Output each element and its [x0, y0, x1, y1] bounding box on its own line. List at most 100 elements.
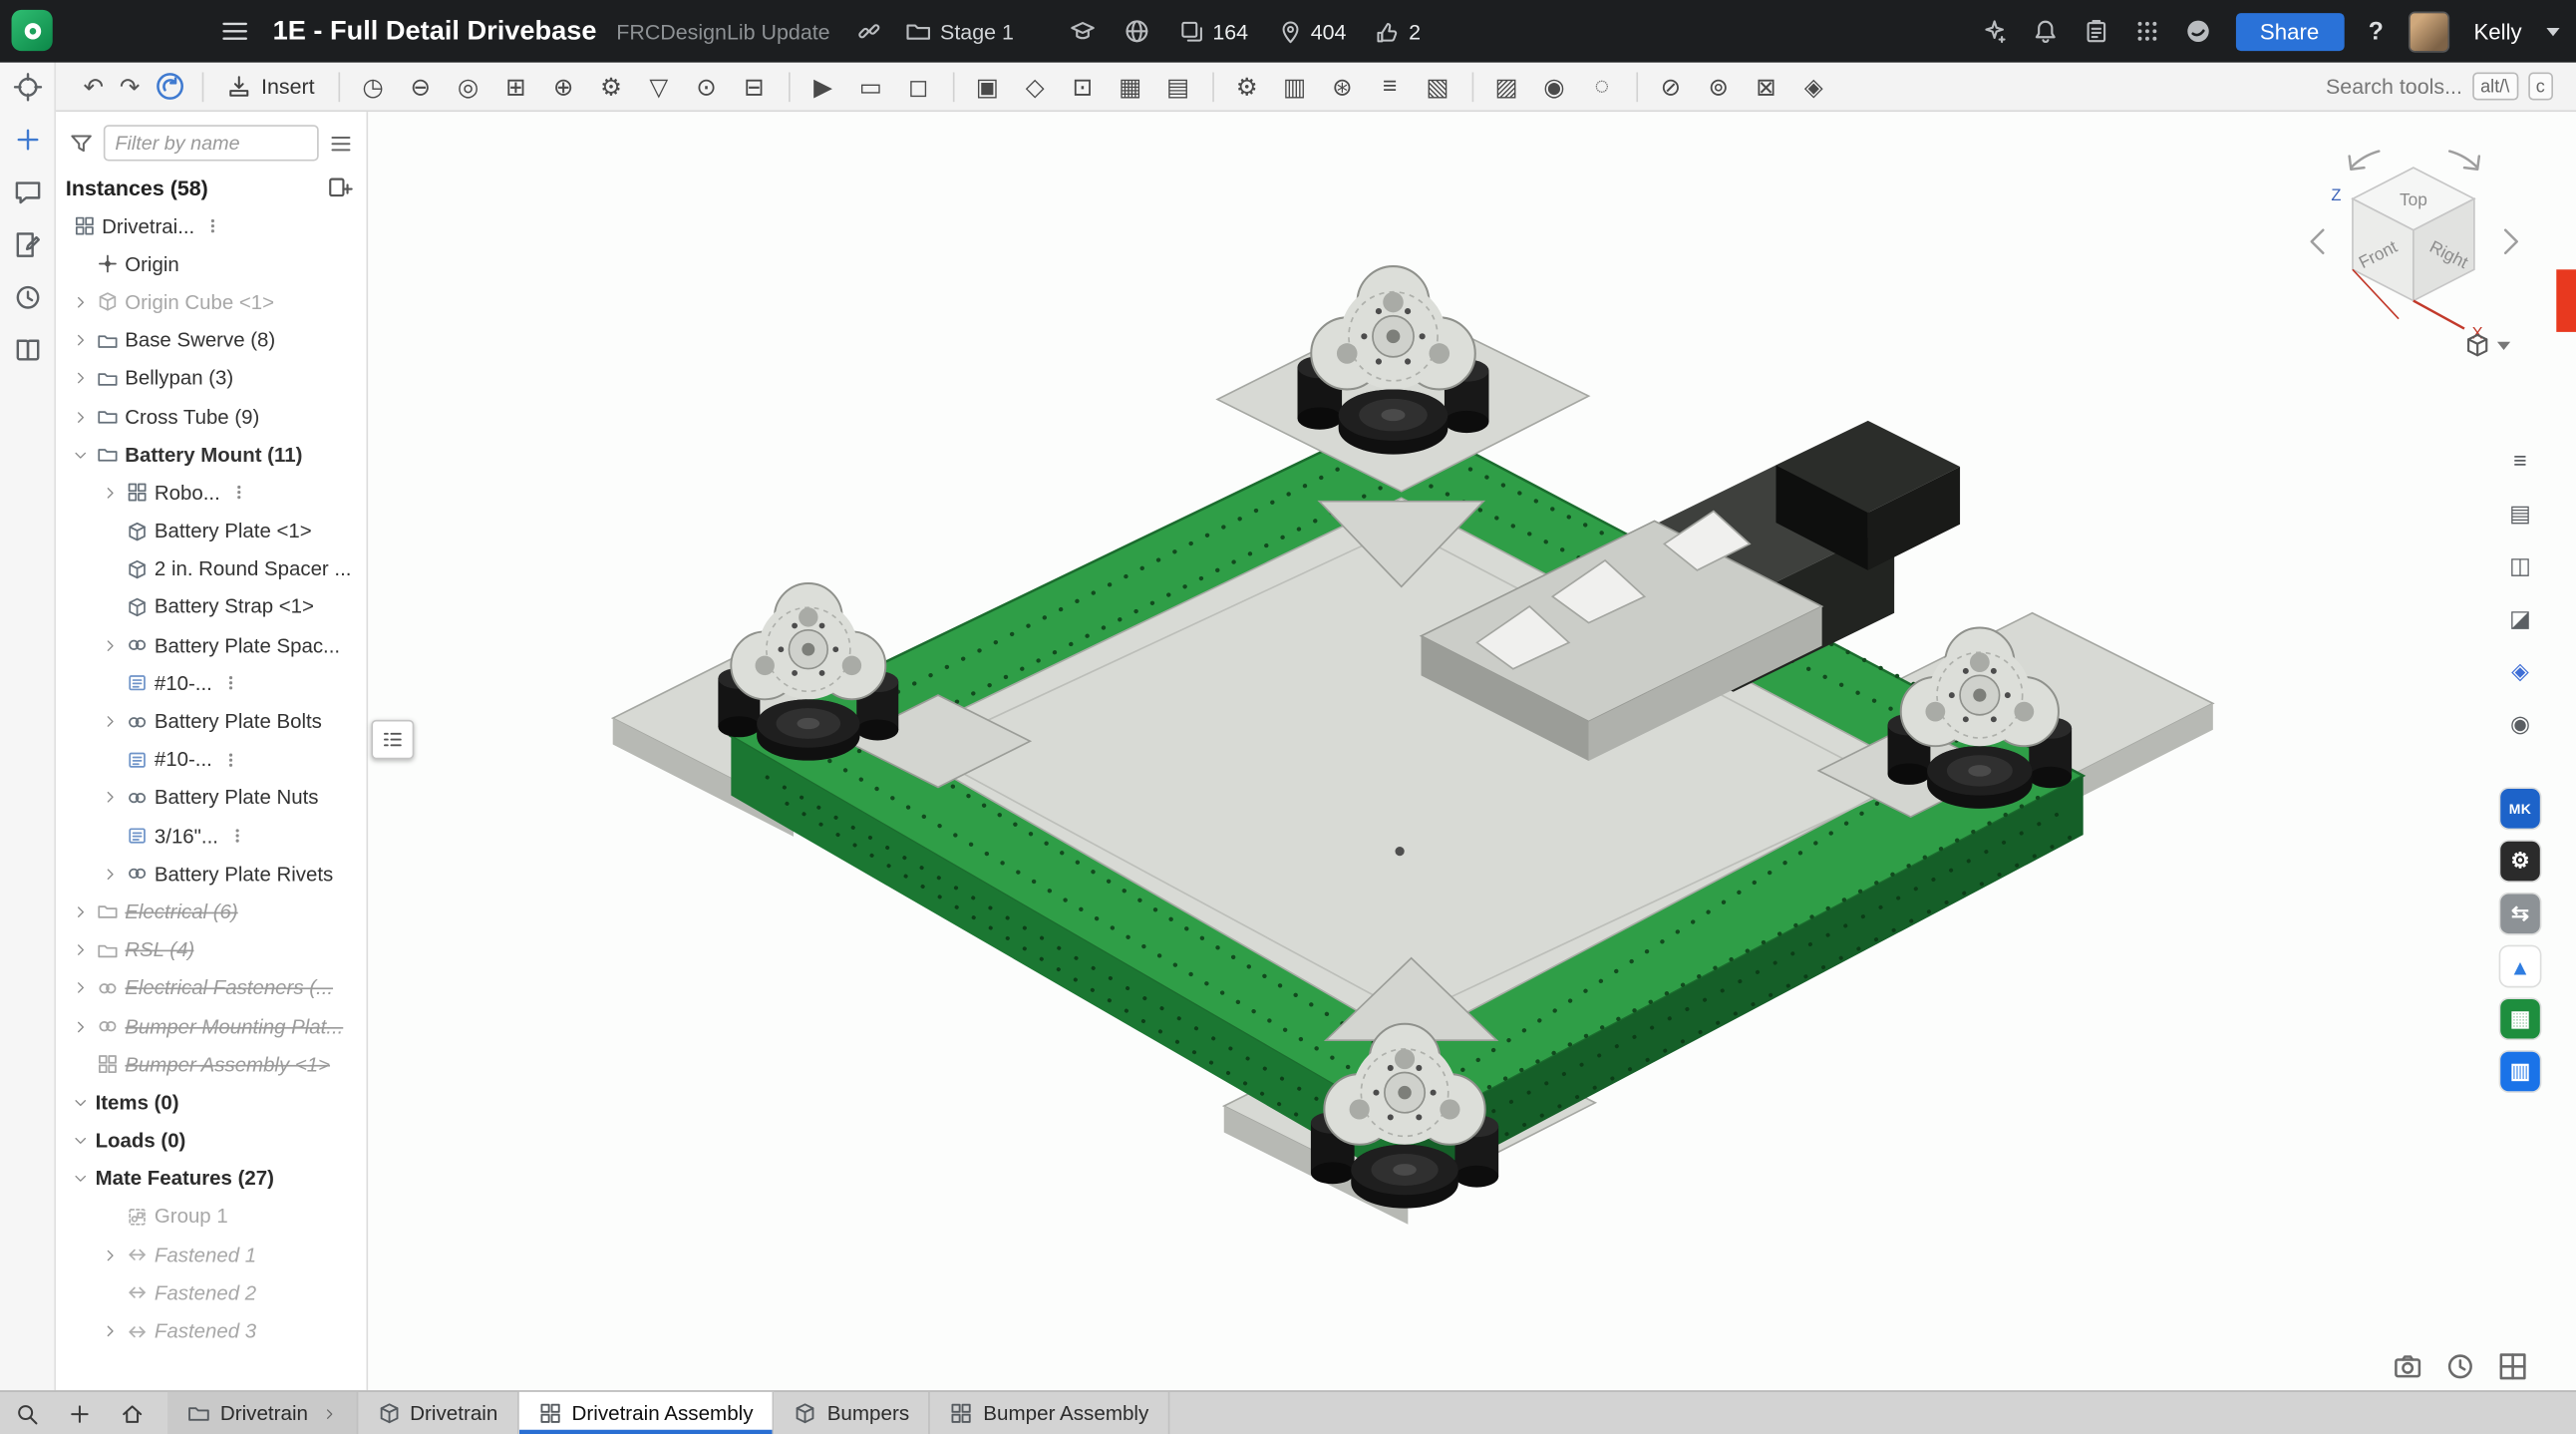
exploded-view-icon[interactable]: ◈	[1790, 67, 1838, 107]
tab-manager-button[interactable]	[0, 1392, 53, 1434]
named-views-icon[interactable]: ▨	[1482, 67, 1530, 107]
insert-part-icon[interactable]: ▣	[964, 67, 1012, 107]
tree-item[interactable]: Electrical (6)	[56, 893, 366, 930]
chevron-down-icon[interactable]	[69, 445, 92, 465]
user-avatar[interactable]	[2409, 11, 2449, 52]
tree-item[interactable]: Fastened 2	[56, 1274, 366, 1312]
view-cube[interactable]: Top Front Right Z X	[2303, 132, 2524, 353]
analysis-icon[interactable]: ◌	[1578, 67, 1626, 107]
mate-relations-icon[interactable]: ▥	[1271, 67, 1319, 107]
tree-item[interactable]: Battery Mount (11)	[56, 436, 366, 474]
chevron-right-icon[interactable]	[99, 483, 122, 503]
drawing-grid-icon[interactable]	[2497, 1351, 2528, 1382]
sync-icon[interactable]	[155, 71, 185, 102]
bom-table-icon[interactable]: ⚙	[1223, 67, 1271, 107]
appearance-panel-icon[interactable]: ◈	[2500, 651, 2540, 691]
tree-item[interactable]: #10-...	[56, 664, 366, 702]
mate-connector-panel-icon[interactable]: ◉	[2500, 703, 2540, 743]
undo-button[interactable]: ↶	[76, 72, 112, 102]
configuration-icon[interactable]	[228, 826, 246, 846]
measure-icon[interactable]: ▭	[847, 67, 895, 107]
tree-item[interactable]: Fastened 3	[56, 1312, 366, 1350]
app-mkcad-icon[interactable]: MK	[2500, 789, 2540, 829]
new-tab-button[interactable]	[53, 1392, 106, 1434]
tree-item[interactable]: Drivetrai...	[56, 207, 366, 245]
ball-mate-icon[interactable]: ⊕	[539, 67, 587, 107]
chevron-down-icon[interactable]	[69, 1169, 92, 1189]
community-icon[interactable]	[2184, 18, 2210, 44]
history-icon[interactable]	[12, 282, 42, 312]
selection-target-icon[interactable]	[12, 73, 42, 103]
structured-bom-icon[interactable]: ◉	[1530, 67, 1578, 107]
export-panel-icon[interactable]: ◪	[2500, 598, 2540, 638]
create-new-icon[interactable]	[12, 125, 42, 155]
circular-pattern-icon[interactable]: ⊡	[1059, 67, 1107, 107]
tree-item[interactable]: 3/16"...	[56, 817, 366, 855]
chevron-right-icon[interactable]	[99, 635, 122, 655]
parallel-mate-icon[interactable]: ⚙	[587, 67, 635, 107]
tree-item[interactable]: 2 in. Round Spacer ...	[56, 550, 366, 588]
configuration-icon[interactable]	[222, 750, 240, 770]
tree-item[interactable]: Loads (0)	[56, 1122, 366, 1160]
chevron-right-icon[interactable]	[99, 788, 122, 808]
tree-item[interactable]: #10-...	[56, 741, 366, 779]
instances-panel-icon[interactable]: ▤	[2500, 493, 2540, 533]
insert-instance-icon[interactable]	[327, 175, 353, 200]
tree-item[interactable]: Battery Plate Spac...	[56, 626, 366, 664]
public-document-icon[interactable]	[1124, 18, 1149, 44]
notifications-bell-icon[interactable]	[2032, 18, 2058, 44]
tree-item[interactable]: Electrical Fasteners (...	[56, 969, 366, 1007]
whats-new-icon[interactable]	[1981, 18, 2007, 44]
display-options-button[interactable]	[2464, 332, 2510, 358]
user-menu-caret-icon[interactable]	[2546, 27, 2559, 35]
viewcube-top-face[interactable]: Top	[2400, 189, 2427, 209]
share-button[interactable]: Share	[2235, 12, 2344, 50]
likes-stat[interactable]: 2	[1376, 19, 1421, 44]
configuration-icon[interactable]	[230, 483, 248, 503]
search-tools-button[interactable]: Search tools... alt/\ c	[2326, 73, 2553, 101]
views-stat[interactable]: 404	[1278, 19, 1347, 44]
mirror-icon[interactable]: ▦	[1107, 67, 1154, 107]
chevron-right-icon[interactable]	[69, 369, 92, 389]
cylindrical-mate-icon[interactable]: ⊖	[397, 67, 445, 107]
tree-item[interactable]: Group 1	[56, 1198, 366, 1236]
tree-item[interactable]: Items (0)	[56, 1084, 366, 1122]
screw-relation-icon[interactable]: ≡	[1366, 67, 1414, 107]
home-button[interactable]	[105, 1392, 158, 1434]
copies-stat[interactable]: 164	[1179, 19, 1248, 44]
list-view-icon[interactable]	[329, 131, 354, 156]
redo-button[interactable]: ↷	[112, 72, 148, 102]
snap-mode-icon[interactable]: ⊘	[1647, 67, 1695, 107]
selection-panel-icon[interactable]: ◫	[2500, 545, 2540, 585]
gear-relation-icon[interactable]: ⊛	[1319, 67, 1367, 107]
tree-item[interactable]: Bumper Mounting Plat...	[56, 1007, 366, 1045]
document-tab[interactable]: Bumper Assembly	[931, 1392, 1170, 1434]
tree-item[interactable]: Battery Plate Rivets	[56, 855, 366, 893]
link-icon[interactable]	[856, 18, 882, 44]
chevron-down-icon[interactable]	[69, 1131, 92, 1151]
main-menu-icon[interactable]	[220, 16, 250, 46]
chevron-right-icon[interactable]	[69, 902, 92, 922]
assembly-3d-model[interactable]	[600, 140, 2218, 1306]
pin-slot-mate-icon[interactable]: ⊟	[731, 67, 779, 107]
planar-mate-icon[interactable]: ⊞	[492, 67, 540, 107]
user-name[interactable]: Kelly	[2473, 19, 2521, 44]
filter-icon[interactable]	[69, 131, 94, 156]
rack-pinion-icon[interactable]: ▧	[1414, 67, 1461, 107]
tree-item[interactable]: Bellypan (3)	[56, 360, 366, 398]
chevron-right-icon[interactable]	[99, 1246, 122, 1265]
chevron-right-icon[interactable]	[69, 292, 92, 312]
tree-item[interactable]: Origin Cube <1>	[56, 283, 366, 321]
tree-item[interactable]: Battery Plate Bolts	[56, 702, 366, 740]
filter-input[interactable]	[104, 125, 319, 161]
fastened-mate-icon[interactable]: ⊙	[683, 67, 731, 107]
chevron-right-icon[interactable]	[69, 940, 92, 960]
chevron-right-icon[interactable]	[99, 712, 122, 732]
chevron-right-icon[interactable]	[69, 407, 92, 427]
turntable-icon[interactable]	[2444, 1351, 2475, 1382]
tree-item[interactable]: Fastened 1	[56, 1236, 366, 1273]
tree-structure-toggle[interactable]	[371, 720, 414, 760]
chevron-right-icon[interactable]	[69, 978, 92, 998]
document-tab[interactable]: Drivetrain Assembly	[519, 1392, 775, 1434]
insert-button[interactable]: Insert	[213, 71, 328, 102]
